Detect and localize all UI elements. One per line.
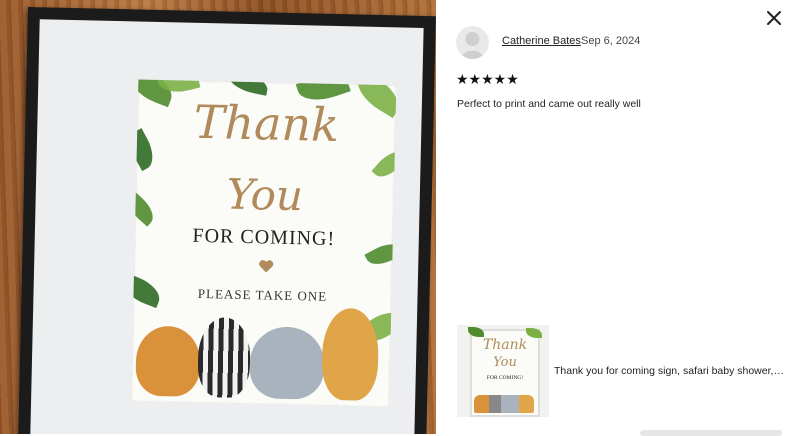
thumbnail-sign-thank: Thank: [482, 337, 528, 353]
listing-thumbnail[interactable]: Thank You FOR COMING!: [457, 325, 549, 417]
user-silhouette-icon: [461, 32, 484, 59]
sign-please-take-one: PLEASE TAKE ONE: [197, 285, 328, 304]
reviewer-avatar: [456, 26, 489, 59]
thumbnail-animals: [474, 395, 534, 413]
review-text: Perfect to print and came out really wel…: [457, 98, 641, 110]
leaf-decoration: [468, 327, 484, 337]
review-date: Sep 6, 2024: [581, 35, 641, 47]
listing-title-link[interactable]: Thank you for coming sign, safari baby s…: [554, 365, 786, 377]
thumbnail-sign-image: Thank You FOR COMING!: [468, 327, 542, 417]
heart-icon: [259, 260, 274, 273]
giraffe-illustration: [321, 307, 380, 402]
thumbnail-sign-you: You: [493, 355, 517, 370]
review-photo: Thank You FOR COMING! PLEASE TAKE ONE: [0, 0, 436, 434]
elephant-illustration: [249, 326, 325, 400]
close-icon[interactable]: [764, 8, 784, 28]
scroll-indicator: [640, 430, 782, 436]
star-rating: ★★★★★: [456, 71, 519, 87]
zebra-illustration: [197, 316, 251, 399]
sign-title-you: You: [226, 169, 304, 221]
picture-frame: Thank You FOR COMING! PLEASE TAKE ONE: [18, 7, 436, 434]
lion-cub-illustration: [135, 325, 201, 397]
sign-for-coming: FOR COMING!: [192, 224, 336, 251]
leaf-decoration: [226, 79, 270, 96]
frame-mat: Thank You FOR COMING! PLEASE TAKE ONE: [30, 19, 424, 434]
sign-title-thank: Thank: [193, 94, 340, 153]
reviewer-name-link[interactable]: Catherine Bates: [502, 35, 581, 47]
printed-sign: Thank You FOR COMING! PLEASE TAKE ONE: [131, 79, 397, 408]
thumbnail-sign-for-coming: FOR COMING!: [486, 375, 524, 381]
